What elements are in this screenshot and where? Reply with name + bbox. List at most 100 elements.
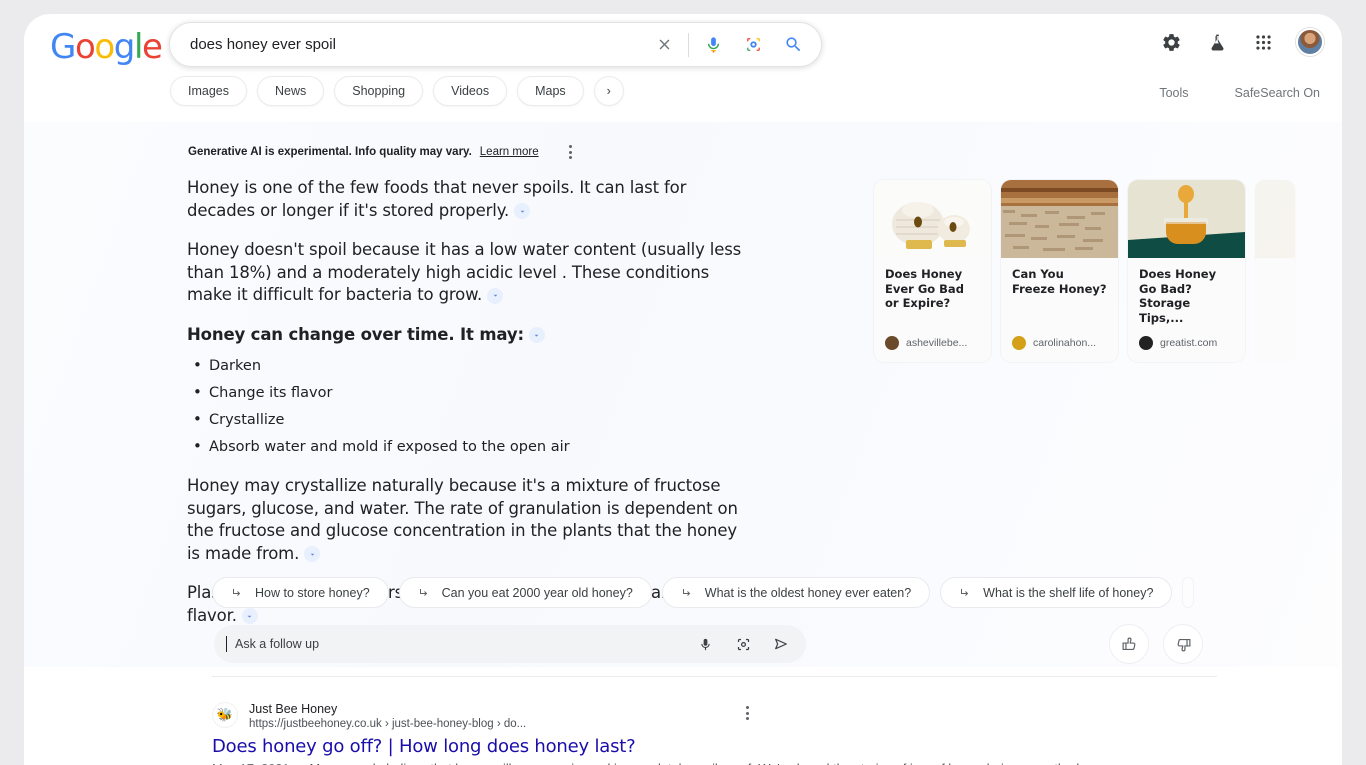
result-title-link[interactable]: Does honey go off? | How long does honey… (212, 736, 1217, 757)
source-card-title: Does Honey Ever Go Bad or Expire? (874, 258, 991, 336)
ai-subheading-text: Honey can change over time. It may: (187, 325, 524, 344)
result-options-kebab-icon[interactable] (746, 706, 749, 720)
section-divider (212, 676, 1217, 677)
expand-chevron-down-icon[interactable] (487, 288, 503, 304)
search-filter-tabs: Images News Shopping Videos Maps › (170, 76, 624, 106)
source-favicon-icon (885, 336, 899, 350)
ai-paragraph: Honey doesn't spoil because it has a low… (187, 239, 747, 307)
source-card-partial[interactable] (1255, 180, 1295, 362)
logo-letter: l (134, 27, 142, 67)
source-card-attribution: greatist.com (1128, 336, 1245, 362)
tab-news[interactable]: News (257, 76, 324, 106)
send-icon[interactable] (762, 636, 800, 652)
thumbs-down-button[interactable] (1163, 624, 1203, 664)
search-submit-icon[interactable] (773, 25, 813, 65)
result-header: 🐝 Just Bee Honey https://justbeehoney.co… (212, 702, 1217, 732)
search-divider (688, 33, 689, 57)
result-snippet: May 17, 2021 — Many people believe that … (212, 760, 1217, 765)
ai-feedback-buttons (1109, 624, 1203, 664)
result-snippet-text: Many people believe that honey will neve… (309, 761, 1089, 765)
source-card-thumbnail (1128, 180, 1245, 258)
source-card-thumbnail (874, 180, 991, 258)
tools-button[interactable]: Tools (1159, 86, 1188, 100)
ai-paragraph: Honey is one of the few foods that never… (187, 177, 747, 222)
google-lens-icon[interactable] (733, 25, 773, 65)
browser-page: Google (24, 14, 1342, 765)
source-domain: carolinahon... (1033, 337, 1096, 349)
result-snippet-dash: — (293, 761, 309, 765)
tab-maps[interactable]: Maps (517, 76, 584, 106)
logo-letter: G (50, 27, 75, 67)
account-avatar[interactable] (1296, 28, 1324, 56)
ai-bullet-list: Darken Change its flavor Crystallize Abs… (187, 355, 747, 459)
expand-chevron-down-icon[interactable] (304, 546, 320, 562)
source-card[interactable]: Does Honey Ever Go Bad or Expire? ashevi… (874, 180, 991, 362)
expand-chevron-down-icon[interactable] (514, 203, 530, 219)
search-bar[interactable] (169, 22, 822, 67)
ai-subheading: Honey can change over time. It may: (187, 324, 747, 347)
followup-placeholder: Ask a follow up (227, 637, 686, 651)
search-result: 🐝 Just Bee Honey https://justbeehoney.co… (212, 702, 1217, 765)
arrow-turn-icon (959, 587, 971, 599)
tab-shopping[interactable]: Shopping (334, 76, 423, 106)
suggestion-chip[interactable]: What is the oldest honey ever eaten? (662, 577, 930, 608)
source-card-title: Can You Freeze Honey? (1001, 258, 1118, 336)
source-card-thumbnail (1255, 180, 1295, 258)
ai-disclaimer-text: Generative AI is experimental. Info qual… (188, 146, 472, 158)
tab-images[interactable]: Images (170, 76, 247, 106)
ai-paragraph-text: Honey is one of the few foods that never… (187, 178, 686, 220)
logo-letter: o (94, 27, 113, 67)
search-header: Google (24, 14, 1342, 122)
ai-options-kebab-icon[interactable] (569, 145, 572, 159)
ai-answer-body: Honey is one of the few foods that never… (187, 177, 747, 644)
source-card-thumbnail (1001, 180, 1118, 258)
safesearch-status[interactable]: SafeSearch On (1235, 86, 1320, 100)
microphone-icon[interactable] (693, 25, 733, 65)
source-card-title: Does Honey Go Bad? Storage Tips,... (1128, 258, 1245, 336)
google-logo[interactable]: Google (50, 30, 162, 64)
more-filters-chevron-icon[interactable]: › (594, 76, 624, 106)
suggestion-chip[interactable]: What is the shelf life of honey? (940, 577, 1172, 608)
source-card[interactable]: Can You Freeze Honey? carolinahon... (1001, 180, 1118, 362)
followup-suggestion-chips: How to store honey? Can you eat 2000 yea… (212, 577, 1194, 608)
suggestion-chip-partial[interactable] (1182, 577, 1194, 608)
site-favicon-icon: 🐝 (212, 702, 238, 728)
result-url: https://justbeehoney.co.uk › just-bee-ho… (249, 717, 526, 732)
clear-search-icon[interactable] (644, 25, 684, 65)
list-item: Crystallize (187, 409, 747, 432)
source-card[interactable]: Does Honey Go Bad? Storage Tips,... grea… (1128, 180, 1245, 362)
thumbs-up-icon (1121, 636, 1138, 653)
ai-overview-panel: Generative AI is experimental. Info qual… (24, 122, 1342, 667)
source-domain: greatist.com (1160, 337, 1217, 349)
tab-videos[interactable]: Videos (433, 76, 507, 106)
logo-letter: e (142, 27, 162, 67)
result-site-name: Just Bee Honey (249, 702, 526, 717)
list-item: Absorb water and mold if exposed to the … (187, 436, 747, 459)
learn-more-link[interactable]: Learn more (480, 146, 539, 158)
ai-paragraph: Honey may crystallize naturally because … (187, 475, 747, 565)
thumbs-down-icon (1175, 636, 1192, 653)
search-input[interactable] (170, 36, 644, 53)
settings-gear-icon[interactable] (1158, 29, 1184, 55)
ai-paragraph-text: Honey doesn't spoil because it has a low… (187, 240, 741, 304)
logo-letter: o (75, 27, 94, 67)
arrow-turn-icon (418, 587, 430, 599)
followup-input-bar[interactable]: Ask a follow up (214, 625, 806, 663)
ai-disclaimer: Generative AI is experimental. Info qual… (188, 145, 572, 159)
suggestion-chip-label: How to store honey? (255, 586, 370, 600)
source-domain: ashevillebe... (906, 337, 967, 349)
suggestion-chip[interactable]: How to store honey? (212, 577, 389, 608)
expand-chevron-down-icon[interactable] (529, 327, 545, 343)
microphone-icon[interactable] (686, 637, 724, 652)
header-actions (1158, 28, 1324, 56)
thumbs-up-button[interactable] (1109, 624, 1149, 664)
apps-grid-icon[interactable] (1250, 29, 1276, 55)
arrow-turn-icon (231, 587, 243, 599)
expand-chevron-down-icon[interactable] (242, 608, 258, 624)
source-card-attribution: carolinahon... (1001, 336, 1118, 362)
suggestion-chip[interactable]: Can you eat 2000 year old honey? (399, 577, 652, 608)
suggestion-chip-label: What is the oldest honey ever eaten? (705, 586, 911, 600)
labs-flask-icon[interactable] (1204, 29, 1230, 55)
source-card-attribution: ashevillebe... (874, 336, 991, 362)
google-lens-icon[interactable] (724, 637, 762, 652)
